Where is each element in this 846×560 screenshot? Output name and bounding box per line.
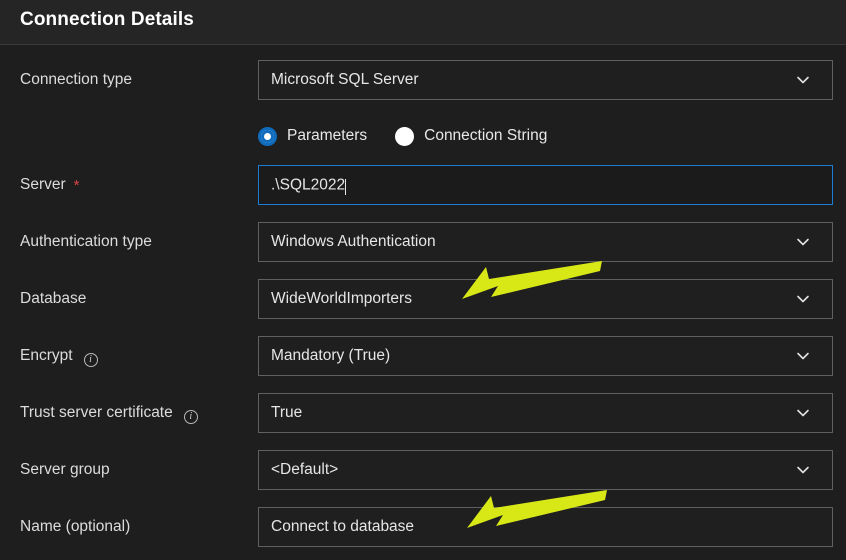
connection-type-value: Microsoft SQL Server <box>271 71 419 88</box>
label-server-text: Server <box>20 176 66 193</box>
label-connection-type: Connection type <box>20 70 132 90</box>
label-database-text: Database <box>20 290 87 307</box>
radio-parameters[interactable]: Parameters <box>258 126 368 146</box>
radio-connection-string-label: Connection String <box>424 127 548 144</box>
database-value: WideWorldImporters <box>271 290 412 307</box>
server-value: .\SQL2022 <box>271 176 822 195</box>
required-indicator: * <box>73 177 80 194</box>
label-connection-type-text: Connection type <box>20 71 133 88</box>
chevron-down-icon[interactable] <box>792 345 814 367</box>
encrypt-dropdown[interactable]: Mandatory (True) <box>258 336 833 376</box>
authentication-type-dropdown[interactable]: Windows Authentication <box>258 222 833 262</box>
connection-mode-radio-group: Parameters Connection String <box>258 123 575 149</box>
connection-type-dropdown[interactable]: Microsoft SQL Server <box>258 60 833 100</box>
authentication-type-value: Windows Authentication <box>271 233 436 250</box>
text-caret <box>345 178 347 195</box>
label-server-group: Server group <box>20 460 110 480</box>
trust-server-certificate-dropdown[interactable]: True <box>258 393 833 433</box>
server-group-value: <Default> <box>271 461 339 478</box>
label-encrypt: Encrypt i <box>20 346 98 367</box>
radio-connection-string[interactable]: Connection String <box>395 126 548 146</box>
radio-parameters-label: Parameters <box>287 127 368 144</box>
info-icon[interactable]: i <box>83 353 98 367</box>
trust-server-certificate-value: True <box>271 404 303 421</box>
label-name-text: Name (optional) <box>20 518 131 535</box>
label-name: Name (optional) <box>20 517 130 537</box>
radio-parameters-dot[interactable] <box>258 126 277 146</box>
name-input[interactable]: Connect to database <box>258 507 833 547</box>
chevron-down-icon[interactable] <box>792 231 814 253</box>
label-server: Server * <box>20 175 80 195</box>
connection-details-form: Connection type Microsoft SQL Server Par… <box>0 45 846 560</box>
encrypt-value: Mandatory (True) <box>271 347 391 364</box>
database-dropdown[interactable]: WideWorldImporters <box>258 279 833 319</box>
label-server-group-text: Server group <box>20 461 110 478</box>
chevron-down-icon[interactable] <box>792 402 814 424</box>
label-trust-server-certificate: Trust server certificate i <box>20 403 198 424</box>
label-authentication-type-text: Authentication type <box>20 233 152 250</box>
label-trust-server-certificate-text: Trust server certificate <box>20 404 173 421</box>
radio-connection-string-dot[interactable] <box>395 126 415 146</box>
server-input[interactable]: .\SQL2022 <box>258 165 833 205</box>
label-database: Database <box>20 289 86 309</box>
name-value: Connect to database <box>271 518 415 535</box>
chevron-down-icon[interactable] <box>792 459 814 481</box>
panel-header: Connection Details <box>0 0 846 45</box>
label-encrypt-text: Encrypt <box>20 347 73 364</box>
chevron-down-icon[interactable] <box>792 288 814 310</box>
server-group-dropdown[interactable]: <Default> <box>258 450 833 490</box>
label-authentication-type: Authentication type <box>20 232 152 252</box>
page-title: Connection Details <box>20 9 194 30</box>
chevron-down-icon[interactable] <box>792 69 814 91</box>
info-icon[interactable]: i <box>183 410 198 424</box>
